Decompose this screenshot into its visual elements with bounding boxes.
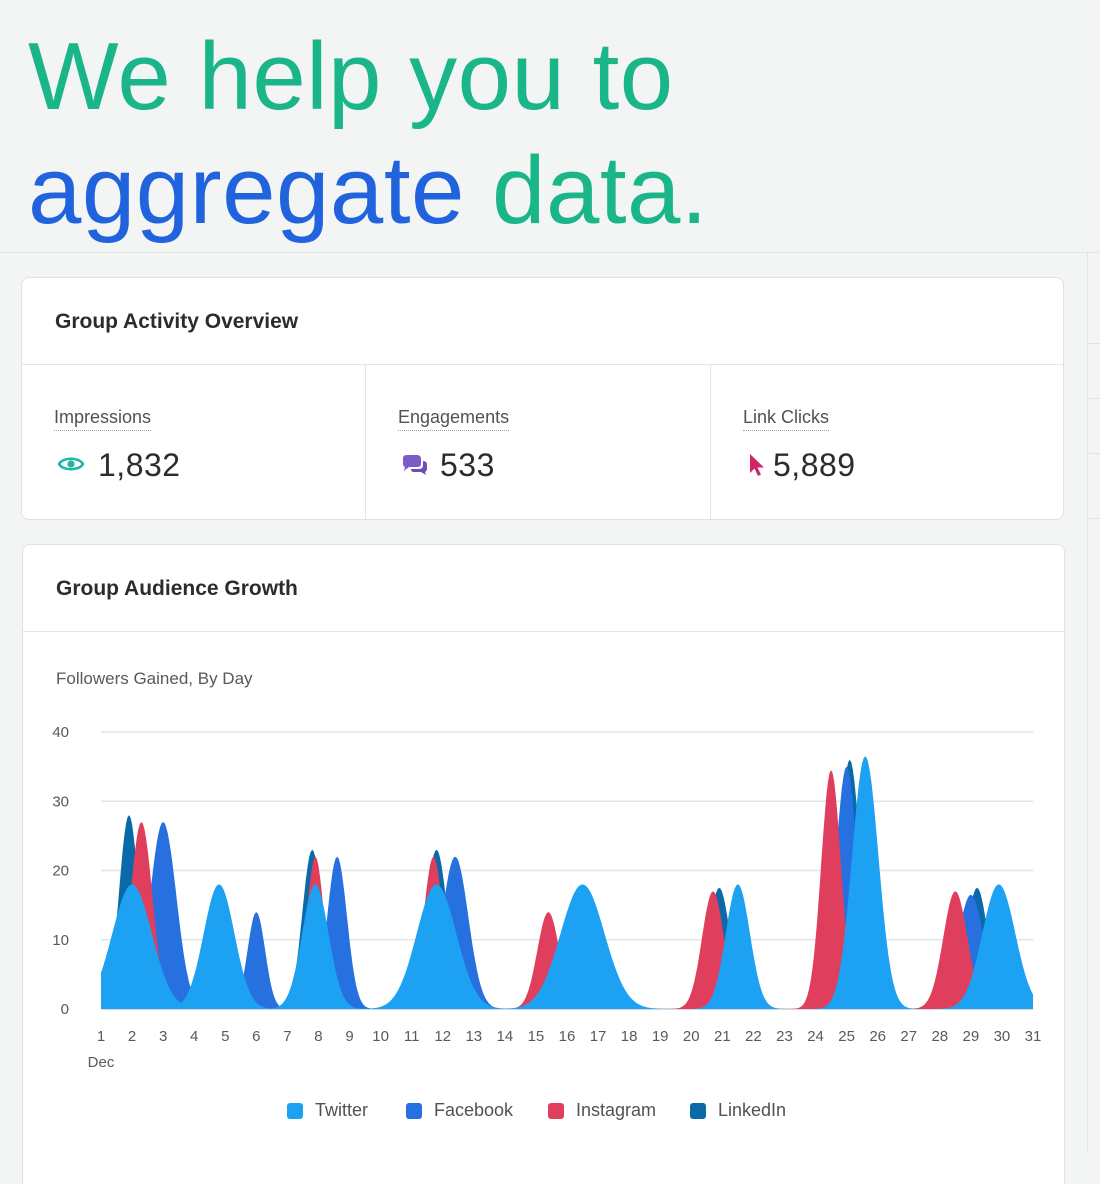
y-tick-label: 0 — [61, 1001, 69, 1018]
rail-divider — [1088, 518, 1100, 519]
hero-banner: We help you to aggregate data. — [0, 0, 1100, 253]
hero-headline-line2: aggregate data. — [28, 136, 708, 246]
metric-label[interactable]: Impressions — [54, 407, 152, 431]
audience-growth-card: Group Audience Growth Followers Gained, … — [22, 544, 1065, 1184]
x-tick-label: 23 — [776, 1028, 793, 1045]
legend-swatch — [548, 1103, 564, 1119]
card-header: Group Activity Overview — [22, 278, 1063, 365]
y-tick-label: 30 — [52, 793, 69, 810]
legend-facebook[interactable]: Facebook — [406, 1100, 514, 1121]
x-tick-label: 1 — [97, 1028, 105, 1045]
card-title: Group Activity Overview — [55, 310, 299, 333]
x-tick-label: 2 — [128, 1028, 136, 1045]
metric-value: 533 — [440, 447, 495, 483]
eye-icon — [57, 455, 85, 478]
metric-label[interactable]: Engagements — [398, 407, 510, 431]
x-tick-label: 17 — [590, 1028, 607, 1045]
followers-area-chart: 0102030401 2 3 4 5 6 7 8 9 10 11 12 13 14 15 16 17 18 19 20… — [52, 724, 1042, 1071]
x-tick-label: 4 — [190, 1028, 198, 1045]
legend-swatch — [287, 1103, 303, 1119]
legend-swatch — [690, 1103, 706, 1119]
x-tick-label: 9 — [345, 1028, 353, 1045]
x-tick-label: 21 — [714, 1028, 731, 1045]
x-tick-label: 29 — [963, 1028, 980, 1045]
x-tick-label: 28 — [931, 1028, 948, 1045]
x-axis-month-label: Dec — [88, 1054, 115, 1071]
metric-engagements[interactable]: Engagements 533 — [365, 365, 710, 519]
x-tick-label: 13 — [465, 1028, 482, 1045]
x-tick-label: 25 — [838, 1028, 855, 1045]
hero-headline-rest: data. — [492, 137, 709, 244]
legend-linkedin[interactable]: LinkedIn — [690, 1100, 787, 1121]
hero-highlight-word: aggregate — [28, 137, 465, 244]
rail-divider — [1088, 343, 1100, 344]
legend-instagram[interactable]: Instagram — [548, 1100, 657, 1121]
x-tick-label: 14 — [497, 1028, 514, 1045]
metric-impressions[interactable]: Impressions 1,832 — [22, 365, 365, 519]
y-tick-label: 20 — [52, 863, 69, 880]
right-side-panel-edge — [1087, 253, 1100, 1152]
chat-bubbles-icon — [401, 454, 429, 481]
x-tick-label: 15 — [528, 1028, 545, 1045]
metric-value: 1,832 — [98, 447, 181, 483]
cursor-icon — [748, 453, 766, 482]
x-tick-label: 24 — [807, 1028, 824, 1045]
x-tick-label: 6 — [252, 1028, 260, 1045]
y-tick-label: 10 — [52, 932, 69, 949]
y-tick-label: 40 — [52, 724, 69, 741]
x-tick-label: 11 — [404, 1028, 420, 1045]
rail-divider — [1088, 398, 1100, 399]
legend-label: Instagram — [576, 1100, 657, 1120]
x-tick-label: 30 — [994, 1028, 1011, 1045]
x-tick-label: 26 — [869, 1028, 886, 1045]
rail-divider — [1088, 453, 1100, 454]
x-tick-label: 16 — [559, 1028, 576, 1045]
x-tick-label: 12 — [434, 1028, 451, 1045]
legend-label: Facebook — [434, 1100, 514, 1120]
metric-label[interactable]: Link Clicks — [743, 407, 830, 431]
legend-label: LinkedIn — [718, 1100, 787, 1120]
x-tick-label: 8 — [314, 1028, 322, 1045]
x-tick-label: 3 — [159, 1028, 167, 1045]
x-tick-label: 5 — [221, 1028, 229, 1045]
metric-link-clicks[interactable]: Link Clicks 5,889 — [710, 365, 1063, 519]
x-tick-label: 10 — [372, 1028, 389, 1045]
x-tick-label: 31 — [1025, 1028, 1042, 1045]
activity-overview-card: Group Activity Overview Impressions 1,83… — [21, 277, 1064, 520]
hero-headline-line1: We help you to — [28, 23, 674, 130]
x-tick-label: 22 — [745, 1028, 762, 1045]
x-tick-label: 19 — [652, 1028, 669, 1045]
x-tick-label: 27 — [900, 1028, 917, 1045]
x-tick-label: 18 — [621, 1028, 638, 1045]
series-area-twitter — [101, 756, 1033, 1009]
x-tick-label: 7 — [283, 1028, 291, 1045]
legend-twitter[interactable]: Twitter — [287, 1100, 369, 1121]
legend-label: Twitter — [315, 1100, 369, 1120]
metric-value: 5,889 — [773, 447, 856, 483]
x-tick-label: 20 — [683, 1028, 700, 1045]
legend-swatch — [406, 1103, 422, 1119]
